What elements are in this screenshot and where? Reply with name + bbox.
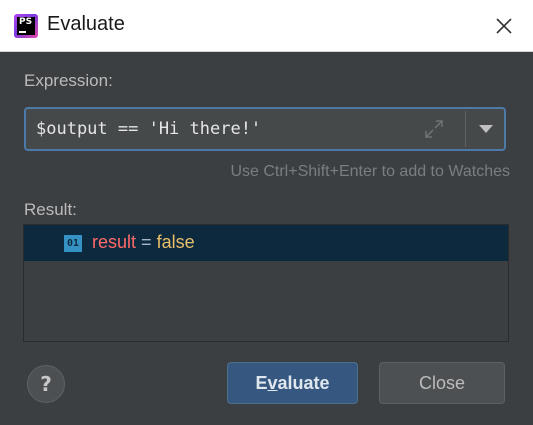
field-separator [465, 111, 466, 147]
evaluate-label-prefix: E [255, 373, 268, 393]
history-dropdown-button[interactable] [467, 109, 504, 149]
evaluate-label-suffix: aluate [277, 373, 330, 393]
assignment-operator: = [141, 232, 152, 252]
expression-label: Expression: [24, 71, 113, 90]
watches-hint: Use Ctrl+Shift+Enter to add to Watches [230, 163, 510, 180]
window-title: Evaluate [47, 13, 125, 35]
expression-field[interactable] [24, 107, 506, 151]
phpstorm-app-icon: PS [14, 14, 38, 38]
evaluate-label-mnemonic: v [267, 373, 278, 393]
variable-value: false [156, 232, 195, 252]
app-icon-underline [19, 31, 26, 33]
expand-icon[interactable] [424, 119, 444, 139]
result-row-text: result = false [92, 232, 195, 253]
close-button[interactable]: Close [379, 362, 505, 404]
title-bar: PS Evaluate [0, 0, 533, 52]
variable-name: result [92, 232, 137, 252]
result-row[interactable]: 01 result = false [24, 225, 508, 261]
result-tree[interactable]: 01 result = false [23, 224, 509, 342]
boolean-type-icon: 01 [64, 235, 82, 252]
expression-input[interactable] [36, 109, 416, 149]
result-label: Result: [24, 200, 77, 219]
help-button[interactable]: ? [27, 365, 65, 403]
evaluate-button[interactable]: Evaluate [227, 362, 358, 404]
chevron-down-icon [479, 125, 493, 133]
close-icon[interactable] [493, 15, 515, 37]
